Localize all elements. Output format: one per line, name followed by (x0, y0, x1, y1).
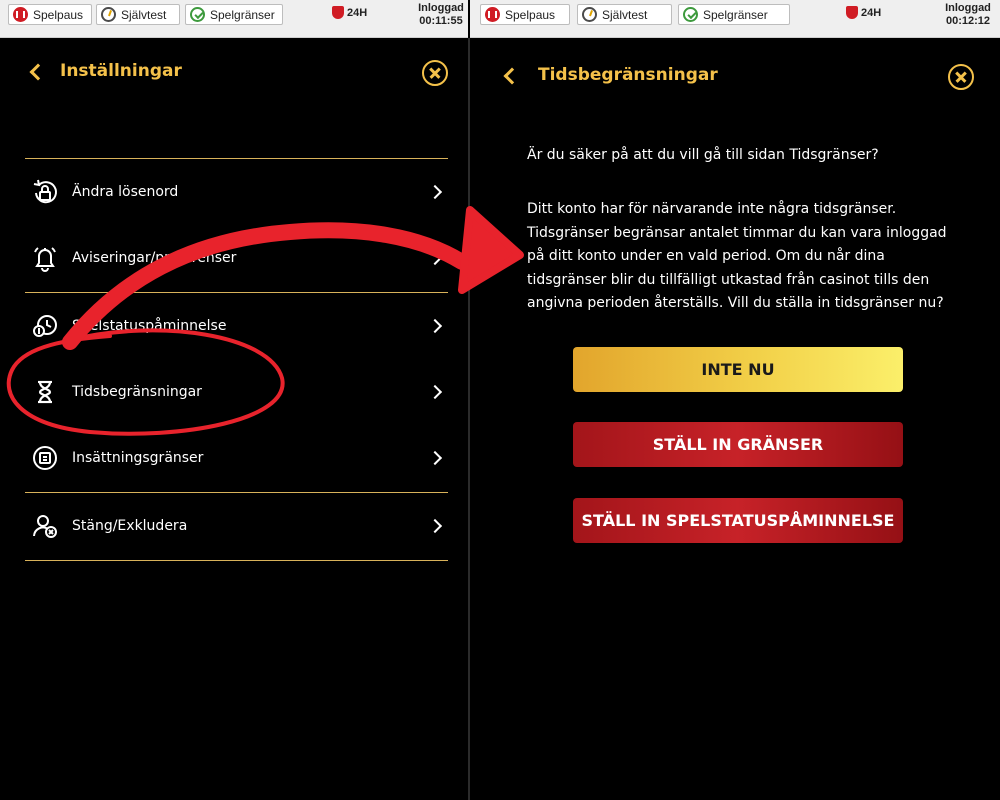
chevron-right-icon (427, 384, 443, 400)
top-bar-left: Spelpaus Självtest Spelgränser 24H Inlog… (0, 0, 468, 38)
24h-badge[interactable]: 24H (846, 6, 881, 19)
24h-label: 24H (861, 6, 882, 19)
set-limits-button[interactable]: STÄLL IN GRÄNSER (573, 422, 903, 467)
divider (25, 158, 448, 159)
confirm-question: Är du säker på att du vill gå till sidan… (527, 147, 879, 163)
session-timer: Inloggad 00:11:55 (416, 2, 466, 28)
check-limits-icon (683, 7, 698, 22)
settings-panel: Inställningar Ändra lösenord Aviseringar… (0, 38, 468, 800)
user-exclude-icon (27, 508, 63, 544)
chevron-right-icon (427, 184, 443, 200)
gauge-icon (582, 7, 597, 22)
self-test-button[interactable]: Självtest (577, 4, 672, 25)
session-time: 00:12:12 (945, 15, 991, 27)
page-title: Inställningar (60, 61, 182, 81)
hand-shield-icon (332, 6, 344, 19)
chevron-right-icon (427, 518, 443, 534)
settings-item-notifications[interactable]: Aviseringar/preferenser (25, 228, 448, 288)
top-bar-right: Spelpaus Självtest Spelgränser 24H Inlog… (470, 0, 1000, 38)
pause-icon (13, 7, 28, 22)
settings-item-deposit-limits[interactable]: Insättningsgränser (25, 428, 448, 488)
pause-icon (485, 7, 500, 22)
session-time: 00:11:55 (419, 15, 463, 27)
game-pause-button[interactable]: Spelpaus (480, 4, 570, 25)
game-limits-label: Spelgränser (703, 7, 768, 22)
hand-shield-icon (846, 6, 858, 19)
session-timer: Inloggad 00:12:12 (942, 2, 994, 28)
24h-label: 24H (347, 6, 368, 19)
chevron-right-icon (427, 318, 443, 334)
self-test-button[interactable]: Självtest (96, 4, 180, 25)
game-limits-button[interactable]: Spelgränser (678, 4, 790, 25)
deposit-limit-icon (27, 440, 63, 476)
divider (25, 560, 448, 561)
time-limits-panel: Tidsbegränsningar Är du säker på att du … (470, 38, 1000, 800)
back-chevron-icon[interactable] (29, 63, 47, 81)
settings-item-close-exclude[interactable]: Stäng/Exkludera (25, 496, 448, 556)
24h-badge[interactable]: 24H (332, 6, 367, 19)
game-limits-button[interactable]: Spelgränser (185, 4, 283, 25)
divider (25, 492, 448, 493)
clock-coin-icon (27, 308, 63, 344)
gauge-icon (101, 7, 116, 22)
session-status: Inloggad (945, 2, 991, 14)
divider (25, 292, 448, 293)
game-pause-label: Spelpaus (505, 7, 556, 22)
settings-item-label: Tidsbegränsningar (72, 384, 202, 400)
settings-item-change-password[interactable]: Ändra lösenord (25, 162, 448, 222)
game-pause-label: Spelpaus (33, 7, 84, 22)
not-now-button[interactable]: INTE NU (573, 347, 903, 392)
page-title: Tidsbegränsningar (538, 65, 718, 85)
chevron-right-icon (427, 450, 443, 466)
set-play-reminder-button[interactable]: STÄLL IN SPELSTATUSPÅMINNELSE (573, 498, 903, 543)
hourglass-icon (27, 374, 63, 410)
settings-item-label: Ändra lösenord (72, 184, 179, 200)
self-test-label: Självtest (121, 7, 167, 22)
check-limits-icon (190, 7, 205, 22)
chevron-right-icon (427, 250, 443, 266)
lock-refresh-icon (27, 174, 63, 210)
close-icon[interactable] (422, 60, 448, 86)
settings-item-label: Spelstatuspåminnelse (72, 318, 227, 334)
game-pause-button[interactable]: Spelpaus (8, 4, 92, 25)
settings-item-label: Aviseringar/preferenser (72, 250, 237, 266)
close-icon[interactable] (948, 64, 974, 90)
settings-item-label: Stäng/Exkludera (72, 518, 188, 534)
self-test-label: Självtest (602, 7, 648, 22)
session-status: Inloggad (418, 2, 464, 14)
back-chevron-icon[interactable] (503, 67, 521, 85)
settings-item-label: Insättningsgränser (72, 450, 204, 466)
time-limits-description: Ditt konto har för närvarande inte några… (527, 201, 947, 311)
settings-item-time-limits[interactable]: Tidsbegränsningar (25, 362, 448, 422)
game-limits-label: Spelgränser (210, 7, 275, 22)
bell-icon (27, 240, 63, 276)
settings-item-play-reminder[interactable]: Spelstatuspåminnelse (25, 296, 448, 356)
